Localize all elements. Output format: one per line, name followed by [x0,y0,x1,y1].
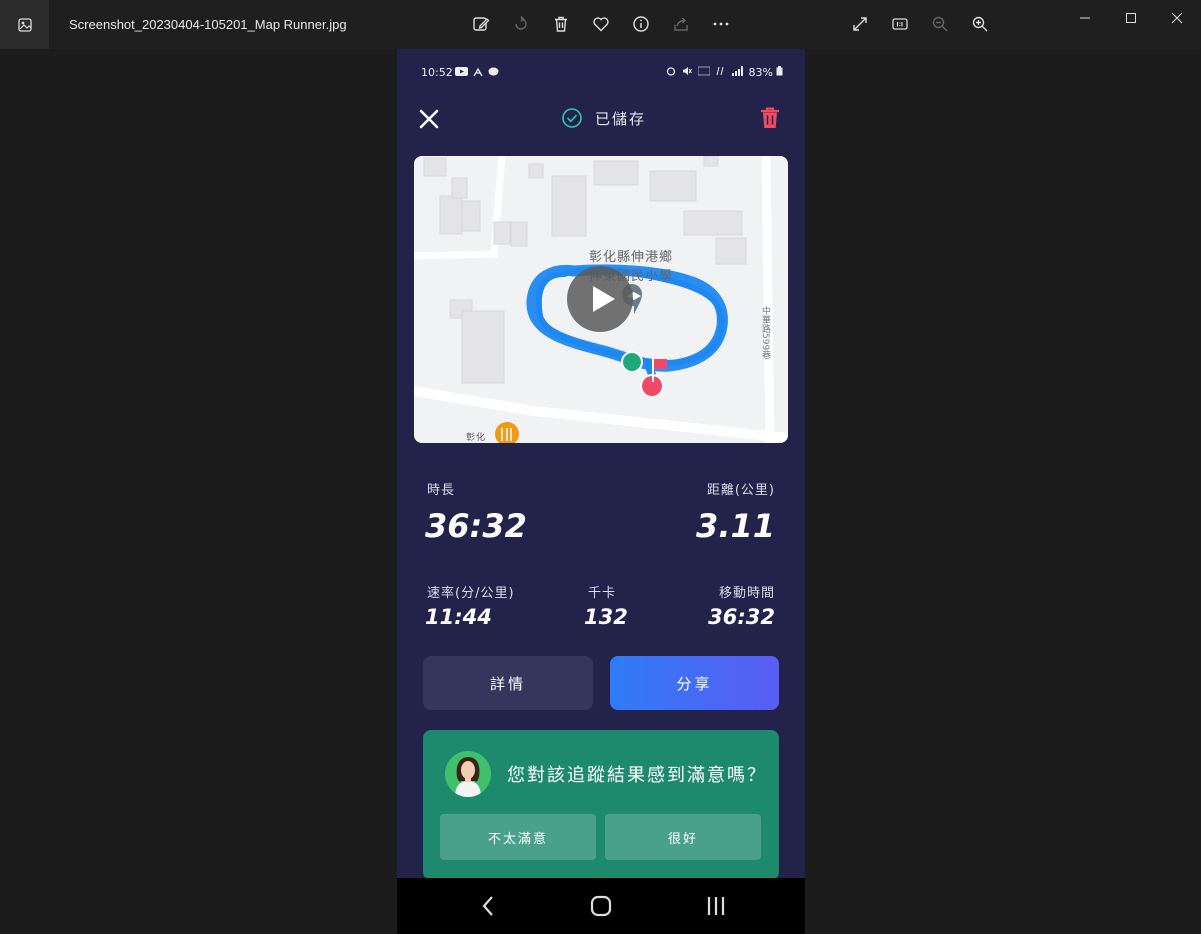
play-icon [593,286,615,312]
calories-label: 千卡 [588,586,617,601]
close-button[interactable] [417,107,441,131]
actual-size-icon[interactable] [890,14,910,34]
status-system-icons [666,66,743,76]
not-satisfied-button[interactable]: 不太滿意 [440,814,596,860]
battery-icon [776,66,783,76]
phone-screen: 10:52 83% 已儲存 彰化縣伸港鄉 伸東國民小學 中華路599巷 彰化 時… [397,49,805,934]
avatar [445,751,491,797]
feedback-card: 您對該追蹤結果感到滿意嗎？ 不太滿意 很好 [423,730,779,880]
share-button-label: 分享 [676,674,713,693]
good-label: 很好 [667,831,698,847]
battery-percent: 83% [748,66,773,79]
share-button[interactable]: 分享 [610,656,779,710]
calories-value: 132 [584,605,628,629]
favorite-icon[interactable] [591,14,611,34]
mute-icon [683,67,692,75]
duration-value: 36:32 [425,507,527,545]
volte-icon [698,66,710,76]
maximize-icon[interactable] [1120,7,1142,29]
full-screen-icon[interactable] [850,14,870,34]
pace-value: 11:44 [425,605,492,629]
road-label: 中華路599巷 [760,306,770,360]
start-marker [623,353,641,371]
close-icon [419,109,439,129]
status-time: 10:52 [421,66,453,79]
place-label-line1: 彰化縣伸港鄉 [589,250,674,265]
moving-time-value: 36:32 [708,605,775,629]
details-button[interactable]: 詳情 [423,656,593,710]
info-icon[interactable] [631,14,651,34]
android-nav-bar [397,878,805,934]
not-satisfied-label: 不太滿意 [487,831,548,847]
alarm-icon [666,67,676,76]
zoom-in-icon[interactable] [970,14,990,34]
duration-label: 時長 [427,483,456,498]
share-icon[interactable] [671,14,691,34]
nav-home-icon[interactable] [587,892,615,920]
status-battery: 83% [749,66,783,79]
moving-time-label: 移動時間 [718,586,775,601]
nav-back-icon[interactable] [474,892,502,920]
photos-app-icon [0,0,49,49]
trash-icon [761,107,779,128]
more-options-icon[interactable] [711,14,731,34]
minimize-icon[interactable] [1074,7,1096,29]
pace-label: 速率(分/公里) [427,586,515,601]
distance-value: 3.11 [696,507,775,545]
file-name: Screenshot_20230404-105201_Map Runner.jp… [69,17,347,32]
status-app-icons [455,67,499,77]
route-map[interactable]: 彰化縣伸港鄉 伸東國民小學 中華路599巷 彰化 [414,156,788,443]
good-button[interactable]: 很好 [605,814,761,860]
zoom-out-icon[interactable] [930,14,950,34]
distance-label: 距離(公里) [706,483,775,498]
play-route-button[interactable] [567,266,633,332]
nav-recents-icon[interactable] [702,892,730,920]
delete-activity-button[interactable] [759,106,783,130]
saved-status: 已儲存 [561,107,646,129]
road-label-bottom: 彰化 [466,433,487,443]
status-bar: 10:52 83% [397,49,805,95]
runner-app-icon [473,67,483,77]
check-circle-icon [562,108,582,128]
signal-icon [732,66,743,76]
line-app-icon [488,67,499,76]
rotate-icon[interactable] [511,14,531,34]
delete-icon[interactable] [551,14,571,34]
feedback-question: 您對該追蹤結果感到滿意嗎？ [507,765,767,786]
viewer-titlebar: Screenshot_20230404-105201_Map Runner.jp… [0,0,1201,49]
close-window-icon[interactable] [1166,7,1188,29]
youtube-icon [455,67,468,76]
edit-image-icon[interactable] [471,14,491,34]
saved-label: 已儲存 [595,109,647,128]
details-button-label: 詳情 [489,674,526,693]
5g-icon [716,66,724,76]
